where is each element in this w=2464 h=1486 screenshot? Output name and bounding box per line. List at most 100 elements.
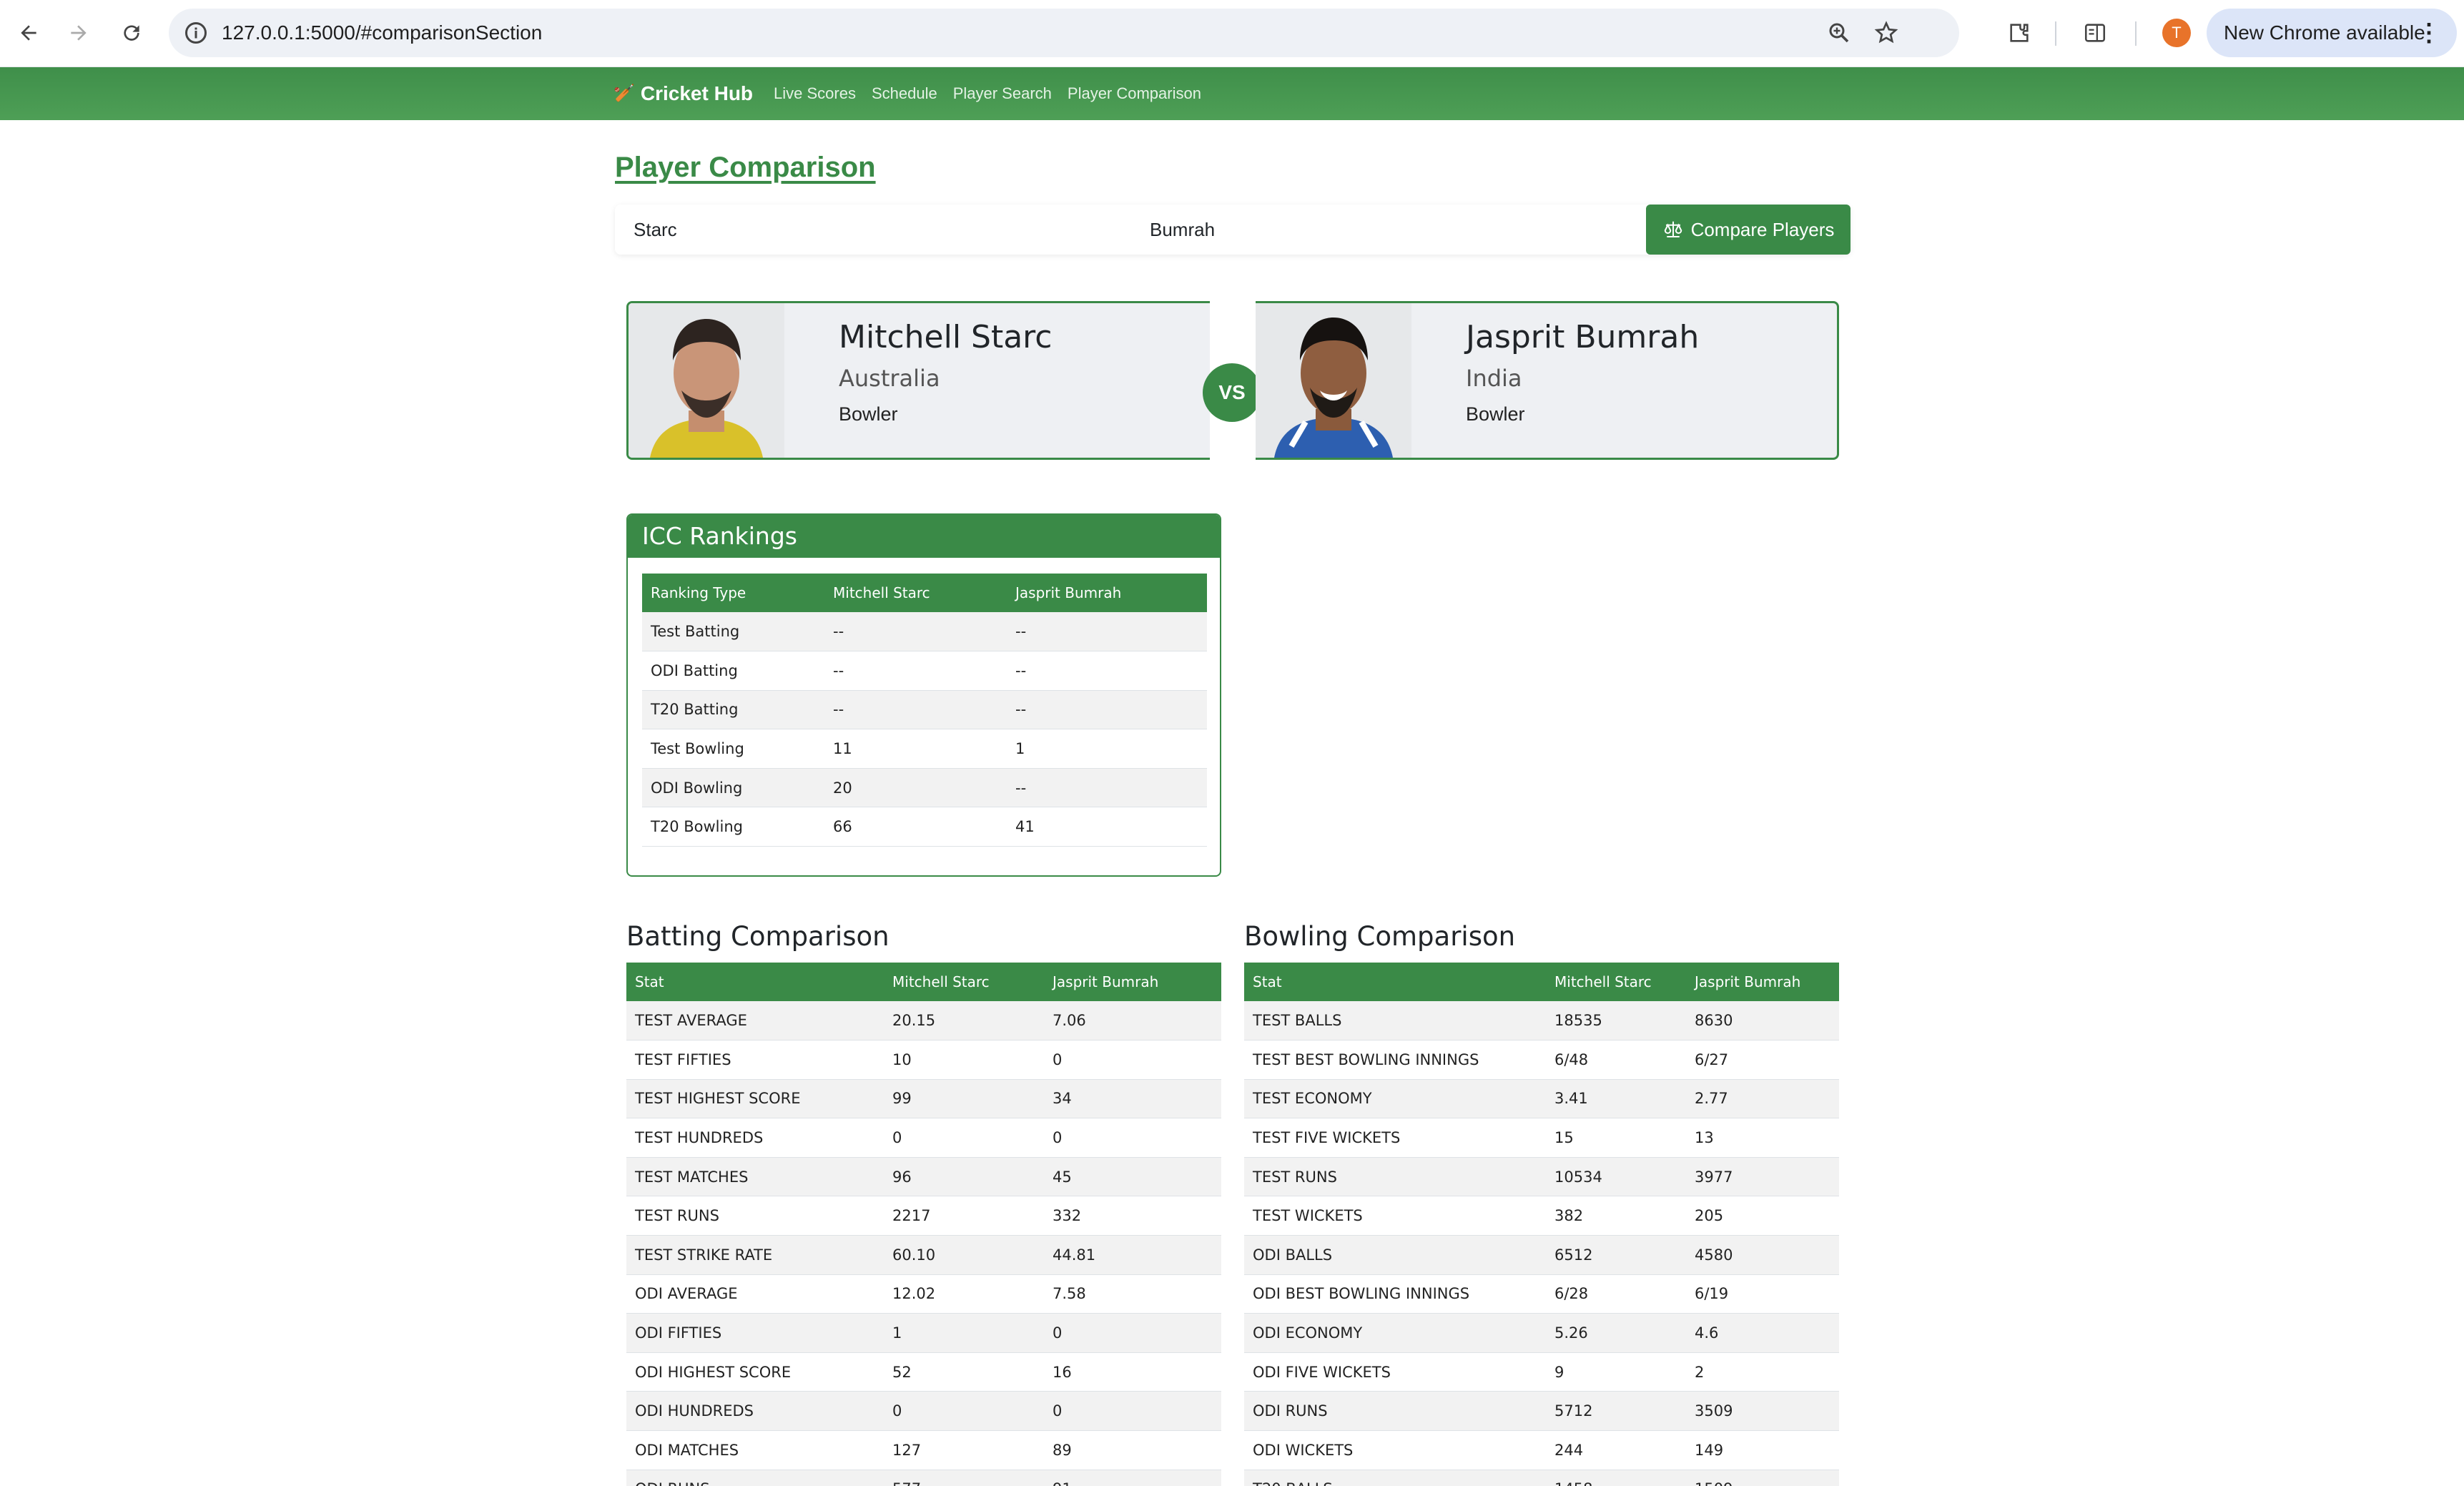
stat-value-cell: 4580	[1686, 1235, 1839, 1275]
toolbar-divider	[2055, 21, 2056, 46]
table-row: ODI RUNS 5712 3509	[1244, 1391, 1839, 1432]
profile-avatar[interactable]: T	[2162, 19, 2191, 47]
stat-value-cell: --	[1007, 612, 1207, 652]
brand-link[interactable]: 🏏 Cricket Hub	[613, 67, 753, 120]
stat-value-cell: 20	[824, 768, 1007, 808]
reload-button[interactable]	[113, 14, 150, 51]
side-panel-icon	[2084, 24, 2106, 42]
stat-value-cell: 44.81	[1044, 1235, 1221, 1275]
stat-label-cell: T20 BALLS	[1244, 1470, 1546, 1486]
stat-label-cell: TEST RUNS	[626, 1196, 884, 1236]
compare-button-label: Compare Players	[1690, 219, 1835, 240]
zoom-icon[interactable]	[1826, 20, 1852, 46]
table-header: Ranking Type	[642, 574, 824, 612]
stat-label-cell: ODI RUNS	[1244, 1391, 1546, 1432]
stat-value-cell: 7.06	[1044, 1001, 1221, 1041]
stat-label-cell: ODI ECONOMY	[1244, 1313, 1546, 1353]
player2-input[interactable]: Bumrah	[1150, 205, 1636, 255]
stat-value-cell: 1509	[1686, 1470, 1839, 1486]
stat-value-cell: --	[824, 690, 1007, 730]
stat-value-cell: --	[1007, 768, 1207, 808]
stat-label-cell: TEST HIGHEST SCORE	[626, 1079, 884, 1119]
site-info-icon[interactable]	[183, 20, 209, 46]
back-button[interactable]	[10, 14, 47, 51]
stat-value-cell: --	[1007, 651, 1207, 691]
stat-value-cell: 0	[1044, 1391, 1221, 1432]
table-row: ODI ECONOMY 5.26 4.6	[1244, 1313, 1839, 1353]
nav-player-comparison[interactable]: Player Comparison	[1068, 67, 1201, 120]
bookmark-star-icon[interactable]	[1873, 20, 1899, 46]
more-menu-icon[interactable]: ⋮	[2417, 9, 2441, 57]
extensions-button[interactable]	[2004, 17, 2035, 49]
stat-label-cell: Test Bowling	[642, 729, 824, 769]
stat-value-cell: 0	[1044, 1040, 1221, 1080]
stat-value-cell: 6512	[1546, 1235, 1686, 1275]
table-row: TEST BEST BOWLING INNINGS 6/48 6/27	[1244, 1040, 1839, 1080]
stat-value-cell: 1	[884, 1313, 1044, 1353]
table-header: Jasprit Bumrah	[1044, 963, 1221, 1001]
table-row: ODI WICKETS 244 149	[1244, 1430, 1839, 1470]
table-row: TEST AVERAGE 20.15 7.06	[626, 1001, 1221, 1041]
stat-value-cell: 18535	[1546, 1001, 1686, 1041]
stat-label-cell: ODI HIGHEST SCORE	[626, 1352, 884, 1392]
stat-value-cell: 149	[1686, 1430, 1839, 1470]
stat-value-cell: 2	[1686, 1352, 1839, 1392]
player-role: Bowler	[839, 403, 898, 425]
stat-value-cell: 11	[824, 729, 1007, 769]
table-row: TEST FIFTIES 10 0	[626, 1040, 1221, 1080]
table-row: T20 Bowling 66 41	[642, 807, 1207, 847]
stat-value-cell: 7.58	[1044, 1274, 1221, 1314]
table-row: ODI HUNDREDS 0 0	[626, 1391, 1221, 1432]
table-row: TEST BALLS 18535 8630	[1244, 1001, 1839, 1041]
scale-balance-icon	[1664, 221, 1682, 237]
stat-value-cell: 15	[1546, 1118, 1686, 1158]
stat-label-cell: Test Batting	[642, 612, 824, 652]
stat-value-cell: 16	[1044, 1352, 1221, 1392]
page-title: Player Comparison	[615, 152, 876, 183]
table-header: Stat	[1244, 963, 1546, 1001]
stat-value-cell: 60.10	[884, 1235, 1044, 1275]
compare-players-button[interactable]: Compare Players	[1646, 205, 1851, 255]
stat-label-cell: TEST RUNS	[1244, 1157, 1546, 1197]
player1-input[interactable]: Starc	[634, 205, 1120, 255]
stat-value-cell: 45	[1044, 1157, 1221, 1197]
puzzle-icon	[2010, 24, 2029, 42]
vs-badge: VS	[1203, 363, 1261, 422]
stat-value-cell: 12.02	[884, 1274, 1044, 1314]
forward-button[interactable]	[60, 14, 97, 51]
table-row: ODI BEST BOWLING INNINGS 6/28 6/19	[1244, 1274, 1839, 1314]
back-arrow-icon	[21, 25, 36, 41]
stat-value-cell: --	[824, 651, 1007, 691]
stat-value-cell: 9	[1546, 1352, 1686, 1392]
table-row: ODI RUNS57791	[626, 1470, 1221, 1486]
nav-live-scores[interactable]: Live Scores	[774, 67, 856, 120]
player-photo	[1256, 303, 1411, 458]
stat-value-cell: 6/48	[1546, 1040, 1686, 1080]
chrome-update-button[interactable]: New Chrome available ⋮	[2207, 9, 2457, 57]
player-role: Bowler	[1466, 403, 1525, 425]
stat-value-cell: 382	[1546, 1196, 1686, 1236]
stat-value-cell: 3.41	[1546, 1079, 1686, 1119]
player-name: Mitchell Starc	[839, 319, 1053, 355]
table-row: TEST ECONOMY 3.41 2.77	[1244, 1079, 1839, 1119]
cricket-bat-icon: 🏏	[613, 84, 635, 103]
stat-value-cell: --	[824, 612, 1007, 652]
stat-value-cell: 6/27	[1686, 1040, 1839, 1080]
table-row: ODI Batting -- --	[642, 651, 1207, 691]
stat-value-cell: 0	[1044, 1118, 1221, 1158]
nav-schedule[interactable]: Schedule	[872, 67, 937, 120]
update-label: New Chrome available	[2224, 21, 2425, 44]
reading-list-button[interactable]	[2079, 17, 2111, 49]
stat-label-cell: ODI AVERAGE	[626, 1274, 884, 1314]
nav-player-search[interactable]: Player Search	[953, 67, 1052, 120]
icc-rankings-card: ICC Rankings Ranking Type Mitchell Starc…	[626, 513, 1221, 877]
stat-value-cell: 41	[1007, 807, 1207, 847]
stat-label-cell: ODI BEST BOWLING INNINGS	[1244, 1274, 1546, 1314]
stat-value-cell: 34	[1044, 1079, 1221, 1119]
address-bar[interactable]: 127.0.0.1:5000/#comparisonSection	[169, 9, 1959, 57]
stat-label-cell: T20 Batting	[642, 690, 824, 730]
stat-label-cell: ODI FIVE WICKETS	[1244, 1352, 1546, 1392]
stat-label-cell: ODI FIFTIES	[626, 1313, 884, 1353]
toolbar-divider	[2135, 21, 2137, 46]
stat-value-cell: 13	[1686, 1118, 1839, 1158]
